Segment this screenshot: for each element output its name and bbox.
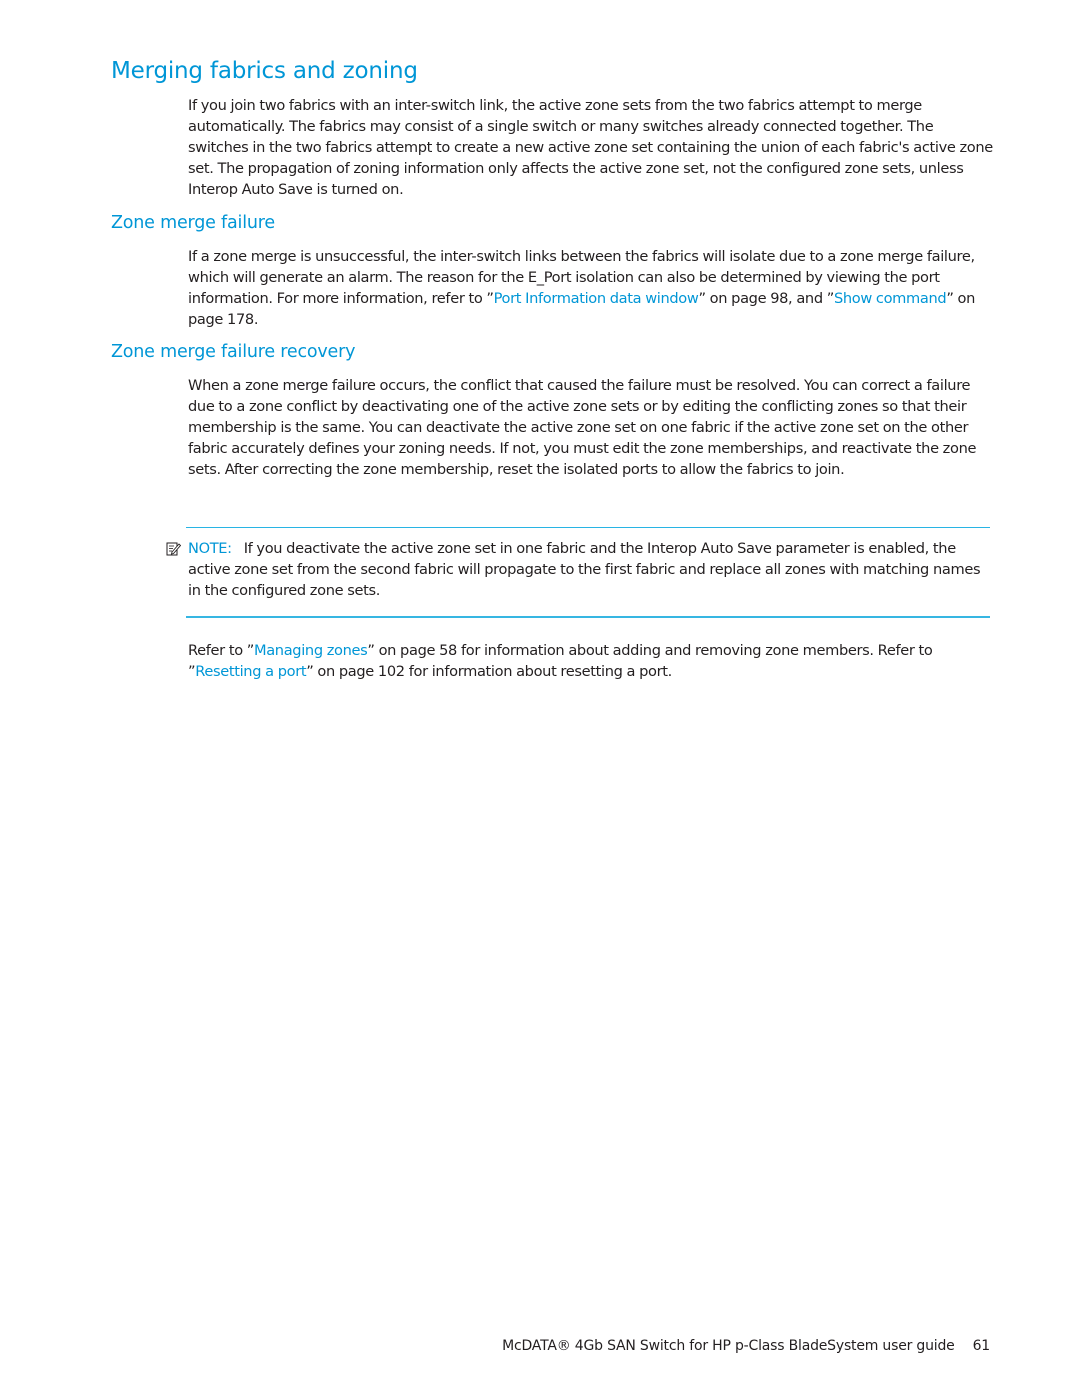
link-managing-zones[interactable]: Managing zones (254, 642, 368, 659)
paragraph-text: Refer to ” (188, 642, 254, 659)
page-footer: McDATA® 4Gb SAN Switch for HP p-Class Bl… (480, 1337, 990, 1355)
document-page: Merging fabrics and zoning If you join t… (0, 0, 1080, 1397)
note-bottom-divider (186, 616, 990, 618)
note-text: If you deactivate the active zone set in… (188, 540, 981, 599)
intro-paragraph: If you join two fabrics with an inter-sw… (188, 97, 993, 198)
page-title: Merging fabrics and zoning (111, 58, 418, 84)
zone-merge-failure-recovery-paragraph: When a zone merge failure occurs, the co… (188, 377, 977, 478)
section-heading-zone-merge-failure: Zone merge failure (111, 213, 275, 233)
paragraph-text: ” on page 102 for information about rese… (306, 663, 672, 680)
paragraph-text: ” on page 98, and ” (698, 290, 834, 307)
note-paragraph: NOTE: If you deactivate the active zone … (188, 538, 994, 601)
refer-paragraph: Refer to ”Managing zones” on page 58 for… (188, 640, 994, 682)
section-heading-zone-merge-failure-recovery: Zone merge failure recovery (111, 342, 356, 362)
link-resetting-a-port[interactable]: Resetting a port (195, 663, 306, 680)
footer-guide-title: McDATA® 4Gb SAN Switch for HP p-Class Bl… (502, 1338, 955, 1354)
link-show-command[interactable]: Show command (834, 290, 947, 307)
link-port-information-data-window[interactable]: Port Information data window (494, 290, 699, 307)
note-top-divider (186, 527, 990, 528)
note-pencil-icon (166, 542, 181, 556)
footer-page-number: 61 (972, 1338, 991, 1354)
zone-merge-failure-paragraph: If a zone merge is unsuccessful, the int… (188, 246, 994, 330)
note-label: NOTE: (188, 540, 232, 557)
